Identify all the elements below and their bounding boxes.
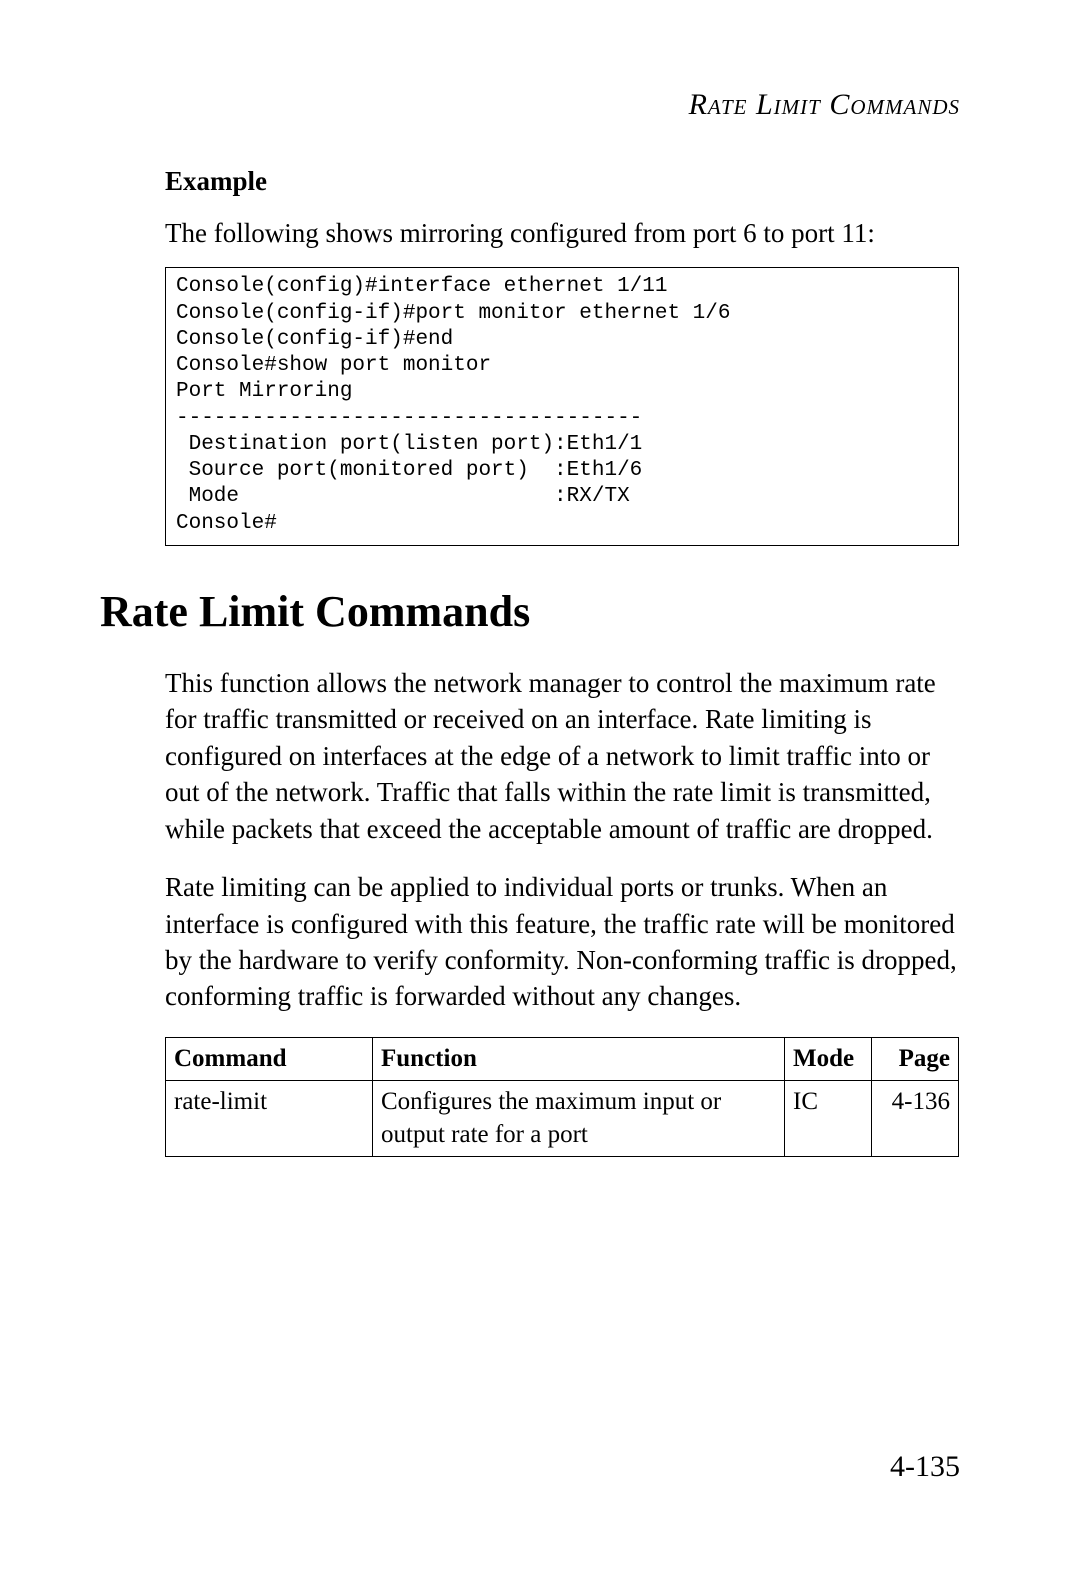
example-intro: The following shows mirroring configured… [165, 215, 959, 251]
example-heading: Example [165, 166, 959, 197]
page-number: 4-135 [890, 1450, 960, 1484]
command-table: Command Function Mode Page rate-limit Co… [165, 1037, 959, 1157]
running-head: Rate Limit Commands [689, 88, 960, 122]
code-box: Console(config)#interface ethernet 1/11 … [165, 267, 959, 546]
code-block: Console(config)#interface ethernet 1/11 … [166, 268, 958, 545]
section-title: Rate Limit Commands [100, 586, 959, 637]
th-mode: Mode [785, 1037, 872, 1080]
section-para-1: This function allows the network manager… [165, 665, 959, 847]
table-header-row: Command Function Mode Page [166, 1037, 959, 1080]
section-para-2: Rate limiting can be applied to individu… [165, 869, 959, 1015]
th-command: Command [166, 1037, 373, 1080]
th-page: Page [872, 1037, 959, 1080]
th-function: Function [373, 1037, 785, 1080]
td-command: rate-limit [166, 1080, 373, 1157]
content-column: Example The following shows mirroring co… [165, 160, 959, 1157]
table-row: rate-limit Configures the maximum input … [166, 1080, 959, 1157]
td-page: 4-136 [872, 1080, 959, 1157]
td-mode: IC [785, 1080, 872, 1157]
page: Rate Limit Commands Example The followin… [0, 0, 1080, 1570]
td-function: Configures the maximum input or output r… [373, 1080, 785, 1157]
